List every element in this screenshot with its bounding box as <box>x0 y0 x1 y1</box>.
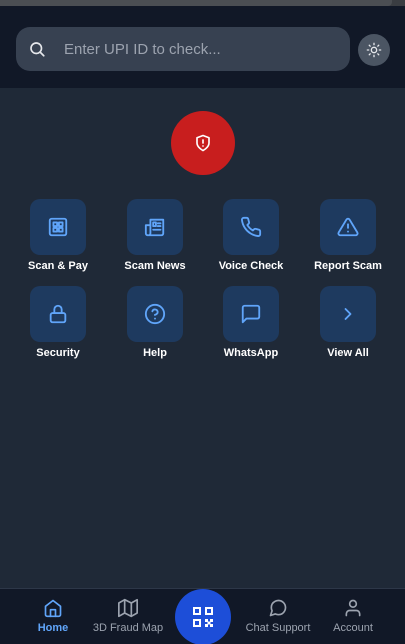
action-label: Scan & Pay <box>28 260 88 272</box>
nav-home[interactable]: Home <box>28 589 78 644</box>
warning-triangle-icon <box>337 217 359 237</box>
action-label: Scam News <box>124 260 186 272</box>
action-report-scam[interactable]: Report Scam <box>303 199 393 272</box>
action-voice-check-box[interactable] <box>223 199 279 255</box>
qr-scan-button[interactable] <box>175 589 231 644</box>
theme-toggle-button[interactable] <box>358 34 390 66</box>
action-whatsapp[interactable]: WhatsApp <box>206 286 296 359</box>
action-help-box[interactable] <box>127 286 183 342</box>
nav-chat-support-label: Chat Support <box>245 622 311 634</box>
phone-icon <box>241 216 262 237</box>
help-circle-icon <box>144 303 166 325</box>
action-label: Security <box>36 347 80 359</box>
home-icon <box>44 599 62 618</box>
qr-code-icon <box>193 607 213 627</box>
nav-fraud-map-label: 3D Fraud Map <box>92 622 164 634</box>
security-status-button[interactable] <box>171 111 235 175</box>
app-header <box>0 6 405 88</box>
action-whatsapp-box[interactable] <box>223 286 279 342</box>
newspaper-icon <box>144 218 165 237</box>
action-view-all-box[interactable] <box>320 286 376 342</box>
action-report-scam-box[interactable] <box>320 199 376 255</box>
nav-chat-support[interactable]: Chat Support <box>240 589 316 644</box>
action-security[interactable]: Security <box>13 286 103 359</box>
search-icon <box>30 42 45 57</box>
user-icon <box>345 599 361 617</box>
nav-fraud-map[interactable]: 3D Fraud Map <box>88 589 168 644</box>
shield-alert-icon <box>196 134 210 152</box>
action-scan-pay[interactable]: Scan & Pay <box>13 199 103 272</box>
lock-icon <box>49 304 67 324</box>
action-security-box[interactable] <box>30 286 86 342</box>
search-bar[interactable] <box>16 27 350 71</box>
action-label: WhatsApp <box>223 347 279 359</box>
chevron-right-icon <box>344 308 352 320</box>
chat-bubble-icon <box>269 599 287 617</box>
action-label: Voice Check <box>218 260 284 272</box>
upi-search-input[interactable] <box>64 27 340 71</box>
action-view-all[interactable]: View All <box>303 286 393 359</box>
action-label: Help <box>143 347 167 359</box>
nav-account-label: Account <box>333 622 373 634</box>
map-icon <box>118 598 138 618</box>
action-scam-news-box[interactable] <box>127 199 183 255</box>
action-label: View All <box>327 347 369 359</box>
message-square-icon <box>241 304 261 324</box>
nav-home-label: Home <box>37 622 69 634</box>
scan-grid-icon <box>48 217 68 237</box>
action-scam-news[interactable]: Scam News <box>110 199 200 272</box>
action-help[interactable]: Help <box>110 286 200 359</box>
action-scan-pay-box[interactable] <box>30 199 86 255</box>
nav-account[interactable]: Account <box>326 589 380 644</box>
action-label: Report Scam <box>314 260 382 272</box>
sun-icon <box>366 42 382 58</box>
action-voice-check[interactable]: Voice Check <box>206 199 296 272</box>
